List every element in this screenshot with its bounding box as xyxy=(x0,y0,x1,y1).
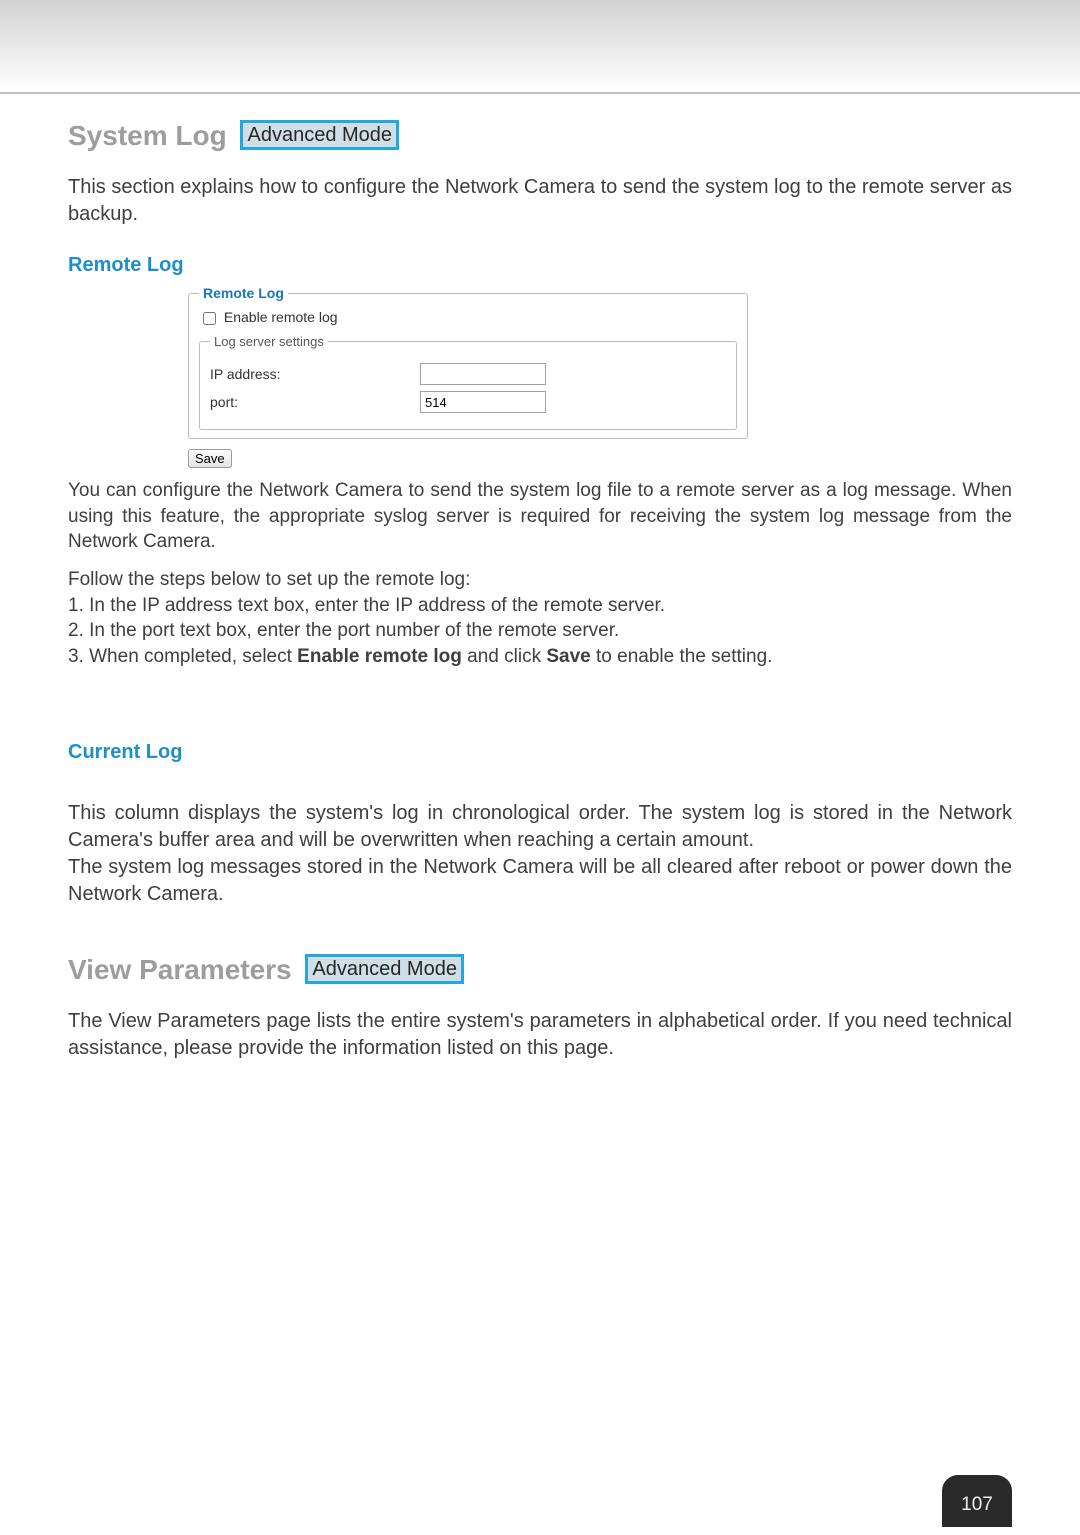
log-server-settings-fieldset: Log server settings IP address: port: xyxy=(199,334,737,430)
view-parameters-intro: The View Parameters page lists the entir… xyxy=(68,1008,1012,1062)
port-label: port: xyxy=(210,394,420,410)
step3-mid: and click xyxy=(462,646,546,667)
system-log-heading: System Log Advanced Mode xyxy=(68,120,1012,152)
advanced-mode-badge-2: Advanced Mode xyxy=(305,954,464,984)
steps-intro: Follow the steps below to set up the rem… xyxy=(68,567,1012,593)
current-log-p1: This column displays the system's log in… xyxy=(68,800,1012,854)
current-log-p2: The system log messages stored in the Ne… xyxy=(68,854,1012,908)
page-number-tab: 107 xyxy=(942,1475,1012,1527)
remote-log-fieldset: Remote Log Enable remote log Log server … xyxy=(188,285,748,439)
current-log-heading: Current Log xyxy=(68,741,1012,764)
enable-remote-log-checkbox[interactable] xyxy=(203,312,216,325)
step3-bold1: Enable remote log xyxy=(297,646,462,667)
page-number: 107 xyxy=(961,1494,993,1515)
step-3: 3. When completed, select Enable remote … xyxy=(68,644,1012,670)
system-log-title: System Log xyxy=(68,120,227,151)
remote-log-panel: Remote Log Enable remote log Log server … xyxy=(188,285,748,468)
save-button[interactable]: Save xyxy=(188,449,232,468)
step-2: 2. In the port text box, enter the port … xyxy=(68,618,1012,644)
remote-log-heading: Remote Log xyxy=(68,254,1012,277)
step3-post: to enable the setting. xyxy=(591,646,773,667)
advanced-mode-badge: Advanced Mode xyxy=(240,120,399,150)
view-parameters-heading: View Parameters Advanced Mode xyxy=(68,954,1012,986)
system-log-intro: This section explains how to configure t… xyxy=(68,174,1012,228)
page-content: System Log Advanced Mode This section ex… xyxy=(68,0,1012,1062)
port-input[interactable] xyxy=(420,391,546,413)
enable-remote-log-label: Enable remote log xyxy=(224,309,338,325)
ip-address-input[interactable] xyxy=(420,363,546,385)
remote-log-fieldset-legend: Remote Log xyxy=(199,285,288,301)
step3-pre: 3. When completed, select xyxy=(68,646,297,667)
document-page: System Log Advanced Mode This section ex… xyxy=(0,0,1080,1527)
enable-remote-log-row: Enable remote log xyxy=(199,309,737,328)
step-1: 1. In the IP address text box, enter the… xyxy=(68,593,1012,619)
ip-address-row: IP address: xyxy=(210,363,726,385)
log-server-settings-legend: Log server settings xyxy=(210,334,328,349)
remote-log-steps: Follow the steps below to set up the rem… xyxy=(68,567,1012,670)
port-row: port: xyxy=(210,391,726,413)
view-parameters-title: View Parameters xyxy=(68,954,292,985)
ip-address-label: IP address: xyxy=(210,366,420,382)
remote-log-description: You can configure the Network Camera to … xyxy=(68,478,1012,555)
step3-bold2: Save xyxy=(546,646,590,667)
